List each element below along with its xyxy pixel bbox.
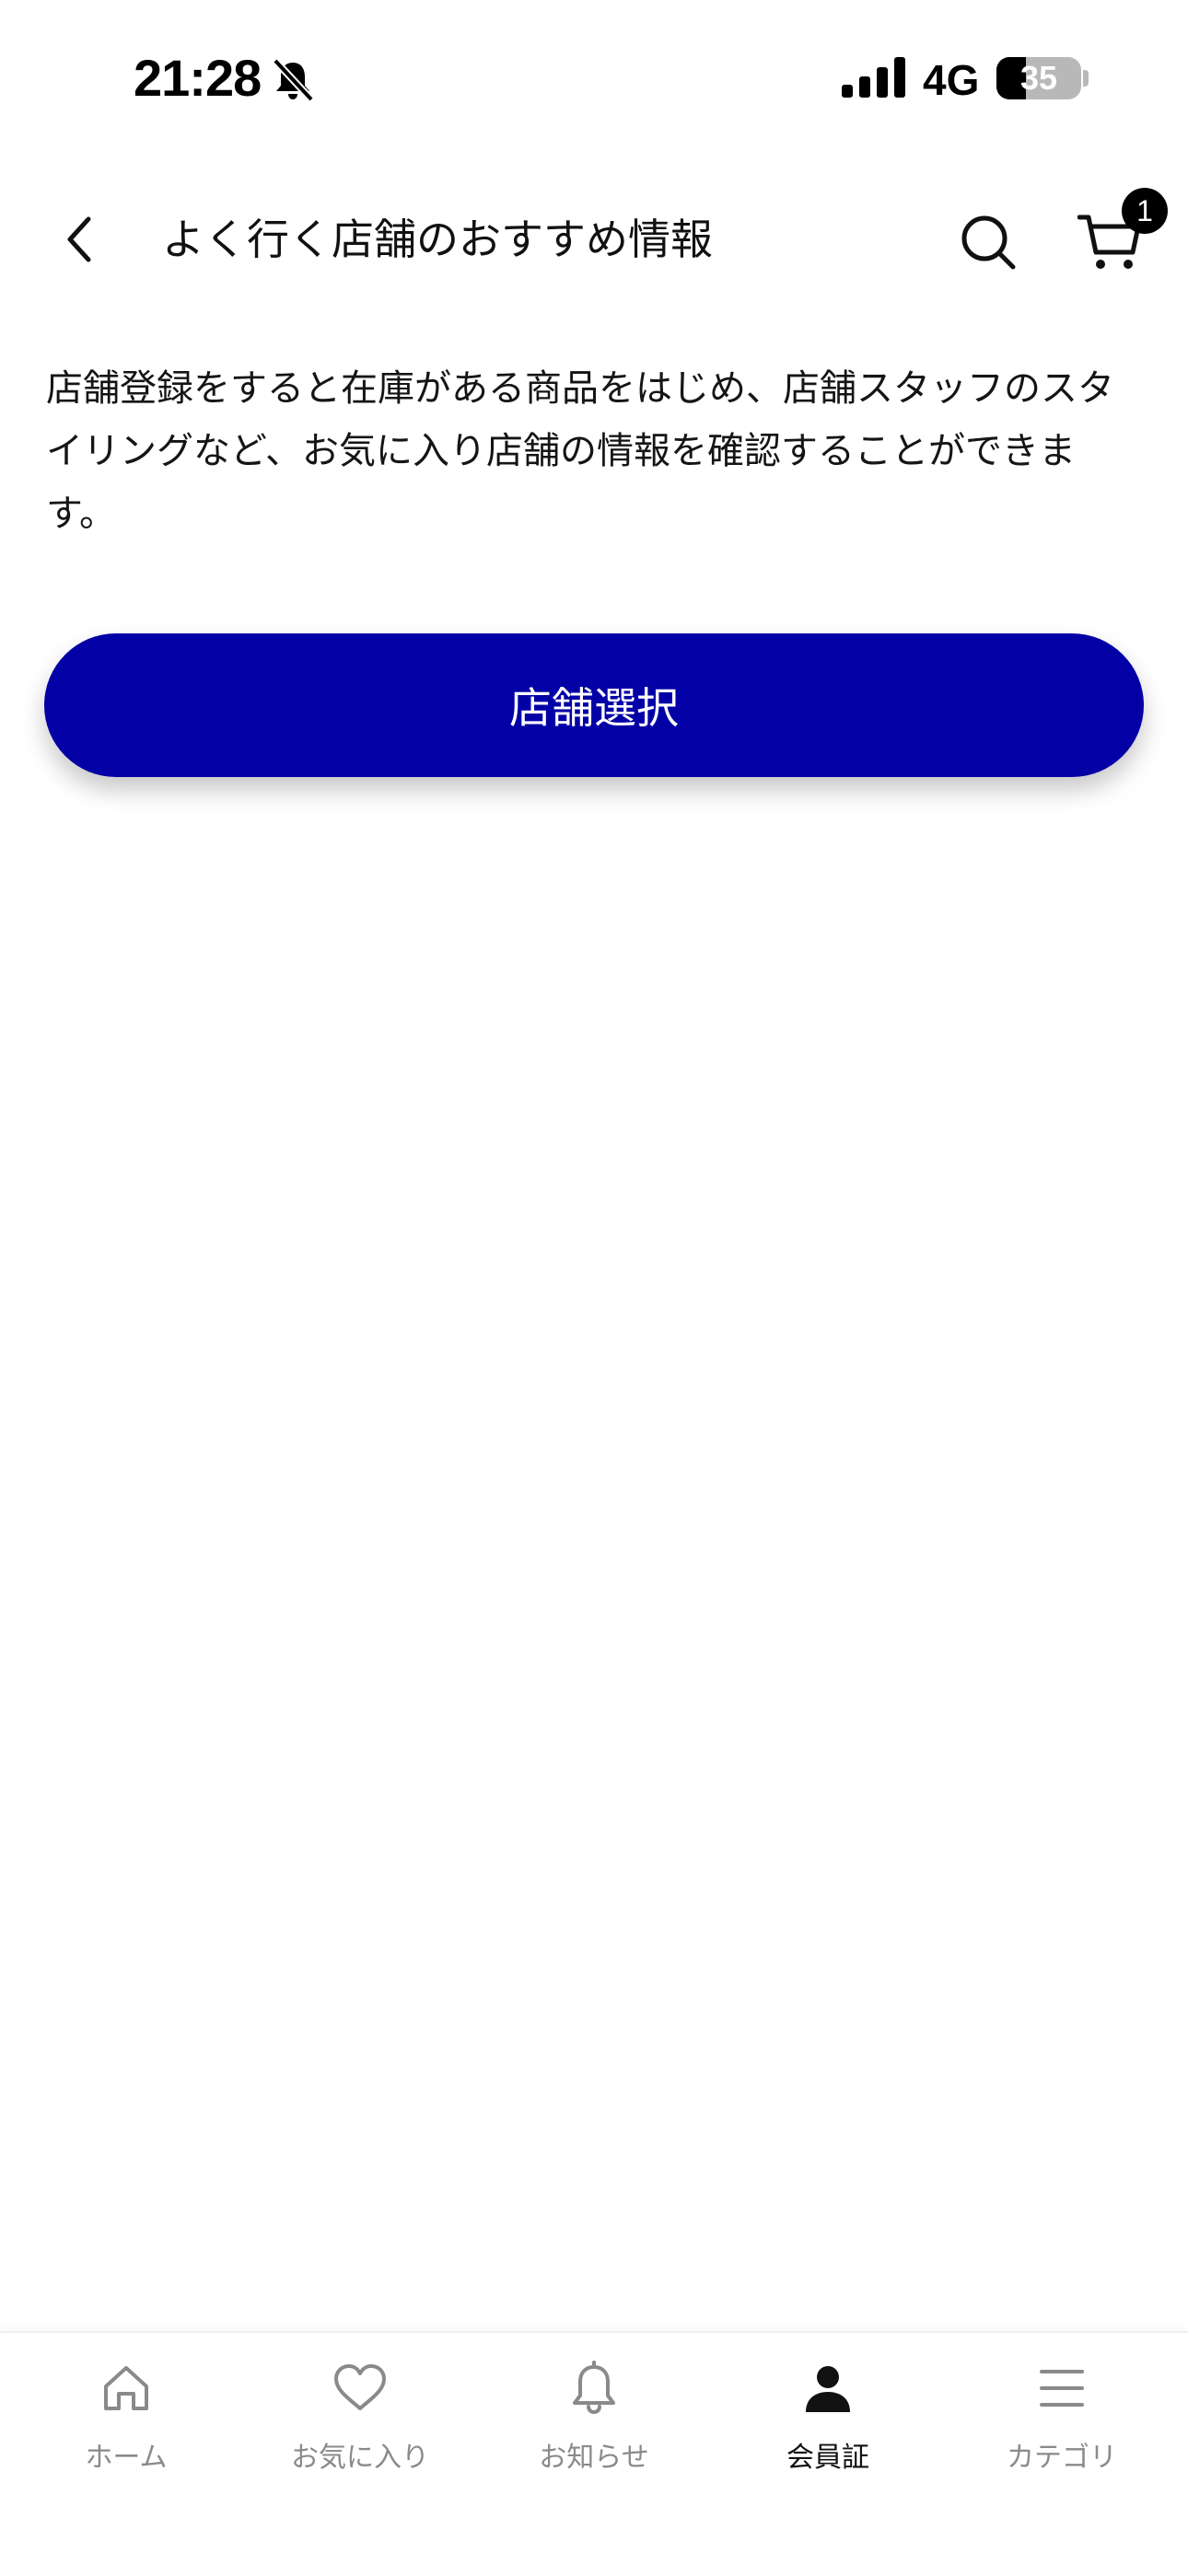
- chevron-left-icon: [67, 216, 91, 262]
- status-time: 21:28: [134, 49, 262, 107]
- tab-label: お気に入り: [291, 2442, 429, 2474]
- bell-icon: [573, 2361, 615, 2415]
- store-registration-description: 店舗登録をすると在庫がある商品をはじめ、店舗スタッフのスタイリングなど、お気に入…: [46, 367, 1114, 535]
- tab-home[interactable]: ホーム: [16, 2359, 237, 2497]
- tab-favorites[interactable]: お気に入り: [250, 2359, 471, 2497]
- cart-count-badge: 1: [1122, 188, 1168, 234]
- tab-label: 会員証: [786, 2442, 869, 2474]
- header: よく行く店舗のおすすめ情報 1: [0, 175, 1188, 304]
- search-button[interactable]: [958, 212, 1019, 273]
- signal-icon: [842, 57, 905, 98]
- tab-categories[interactable]: カテゴリ: [951, 2359, 1172, 2497]
- tab-label: お知らせ: [539, 2442, 649, 2474]
- select-store-button[interactable]: 店舗選択: [44, 633, 1144, 777]
- tab-label: ホーム: [85, 2442, 168, 2474]
- user-icon: [806, 2366, 850, 2412]
- menu-icon: [1040, 2370, 1084, 2407]
- home-icon: [104, 2366, 148, 2410]
- status-bar: 21:28 4G 35: [0, 0, 1188, 157]
- page-title: よく行く店舗のおすすめ情報: [162, 215, 713, 264]
- bell-off-icon: [273, 58, 314, 102]
- battery-level: 35: [1019, 59, 1058, 97]
- battery-icon: 35: [996, 57, 1081, 99]
- tab-notifications[interactable]: お知らせ: [483, 2359, 705, 2497]
- search-icon: [961, 215, 1016, 270]
- battery-tip: [1083, 70, 1089, 87]
- heart-icon: [334, 2364, 386, 2410]
- network-label: 4G: [923, 56, 980, 104]
- back-button[interactable]: [52, 212, 107, 267]
- tab-label: カテゴリ: [1007, 2442, 1117, 2474]
- bottom-tab-bar: ホーム お気に入り お知らせ 会員証 カテゴリ: [0, 2331, 1188, 2576]
- tab-membership-card[interactable]: 会員証: [717, 2359, 938, 2497]
